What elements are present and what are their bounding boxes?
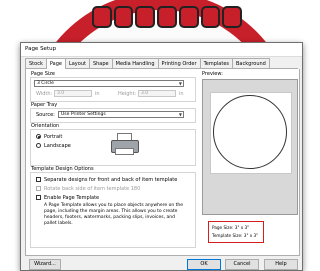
preview-circle-shape bbox=[213, 95, 287, 169]
width-unit: in bbox=[95, 91, 100, 97]
tab-shape[interactable]: Shape bbox=[88, 58, 113, 68]
source-label: Source: bbox=[36, 112, 55, 118]
ok-button[interactable]: OK bbox=[187, 259, 221, 270]
separate-designs-label: Separate designs for front and back of i… bbox=[44, 177, 178, 183]
wizard-button[interactable]: Wizard... bbox=[29, 259, 61, 270]
background-arched-lettering bbox=[92, 6, 243, 28]
page-setup-dialog: Page Setup Stock Page Layout Shape Media… bbox=[20, 42, 303, 271]
portrait-radio[interactable] bbox=[36, 134, 41, 139]
size-info-highlight: Page Size: 3" x 3" Template Size: 3" x 3… bbox=[208, 221, 264, 243]
rotate-back-checkbox[interactable] bbox=[36, 186, 41, 191]
printer-icon bbox=[110, 133, 139, 155]
enable-page-template-checkbox[interactable] bbox=[36, 195, 41, 200]
width-value: 3.0 bbox=[57, 91, 65, 96]
dialog-title: Page Setup bbox=[21, 43, 302, 57]
tab-stock[interactable]: Stock bbox=[25, 58, 47, 68]
preview-page bbox=[210, 92, 292, 174]
page-size-selected: 3 Circle bbox=[37, 81, 54, 86]
height-label: Height: bbox=[118, 91, 137, 97]
enable-page-template-label: Enable Page Template bbox=[44, 195, 100, 201]
cancel-button[interactable]: Cancel bbox=[225, 259, 259, 270]
tab-templates[interactable]: Templates bbox=[199, 58, 233, 68]
template-size-text: Template Size: 3" x 3" bbox=[212, 233, 259, 238]
page-template-description: A Page Template allows you to place obje… bbox=[44, 203, 184, 226]
page-size-select[interactable]: 3 Circle ▼ bbox=[34, 80, 184, 87]
separate-designs-checkbox[interactable] bbox=[36, 177, 41, 182]
help-button[interactable]: Help bbox=[264, 259, 298, 270]
tab-background[interactable]: Background bbox=[232, 58, 270, 68]
height-unit: in bbox=[179, 91, 184, 97]
tab-printing-order[interactable]: Printing Order bbox=[157, 58, 201, 68]
chevron-down-icon: ▼ bbox=[178, 112, 182, 117]
landscape-label: Landscape bbox=[44, 143, 71, 149]
tab-media-handling[interactable]: Media Handling bbox=[111, 58, 159, 68]
chevron-down-icon: ▼ bbox=[178, 81, 182, 86]
preview-area bbox=[202, 79, 298, 215]
source-value: Use Printer Settings bbox=[61, 112, 106, 117]
rotate-back-label: Rotate back side of item template 180 bbox=[44, 186, 141, 192]
page-tab-panel: Page Size 3 Circle ▼ Width: 3.0 in Heigh… bbox=[25, 69, 300, 256]
width-label: Width: bbox=[36, 91, 53, 97]
source-select[interactable]: Use Printer Settings ▼ bbox=[58, 111, 184, 118]
portrait-label: Portrait bbox=[44, 134, 63, 140]
height-value: 3.0 bbox=[141, 91, 149, 96]
tab-strip: Stock Page Layout Shape Media Handling P… bbox=[25, 58, 298, 70]
landscape-radio[interactable] bbox=[36, 143, 41, 148]
height-field[interactable]: 3.0 bbox=[138, 90, 176, 97]
preview-label: Preview: bbox=[202, 71, 223, 77]
width-field[interactable]: 3.0 bbox=[54, 90, 92, 97]
tab-layout[interactable]: Layout bbox=[64, 58, 90, 68]
page-size-text: Page Size: 3" x 3" bbox=[212, 225, 250, 230]
